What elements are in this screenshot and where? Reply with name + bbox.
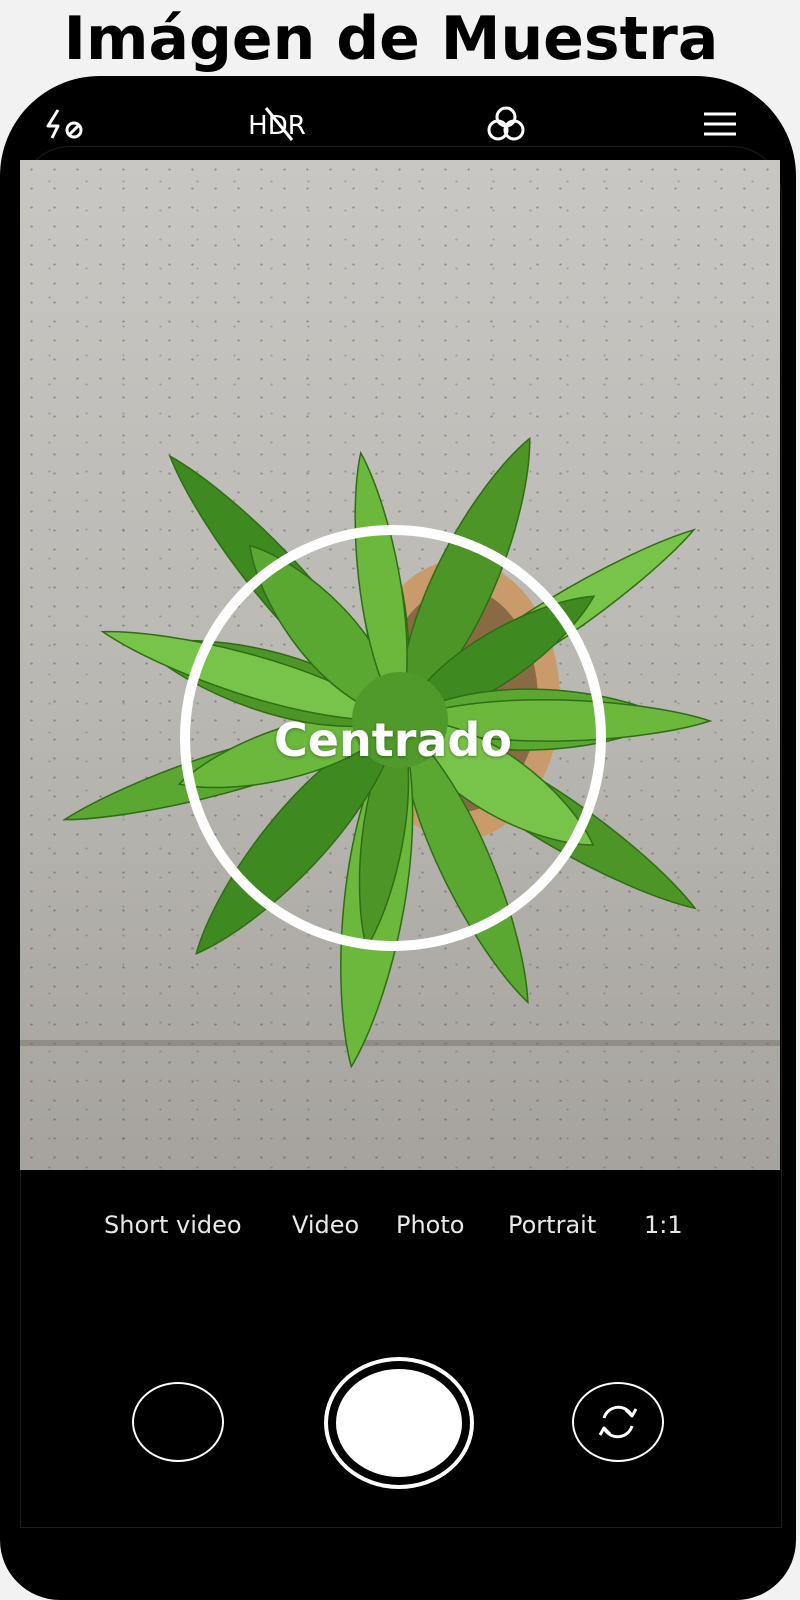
mode-photo[interactable]: Photo <box>396 1200 464 1250</box>
page-title: Imágen de Muestra <box>63 4 719 74</box>
camera-viewfinder[interactable]: Centrado <box>20 160 780 1170</box>
focus-label: Centrado <box>274 713 512 767</box>
menu-icon[interactable] <box>700 106 740 142</box>
shutter-inner <box>336 1369 462 1477</box>
mode-1-1[interactable]: 1:1 <box>644 1200 683 1250</box>
flash-off-icon[interactable] <box>44 104 92 144</box>
hdr-off-icon[interactable]: HDR <box>242 102 312 146</box>
switch-camera-button[interactable] <box>572 1382 664 1462</box>
gallery-thumbnail-button[interactable] <box>132 1382 224 1462</box>
filters-icon[interactable] <box>484 102 528 146</box>
mode-portrait[interactable]: Portrait <box>508 1200 596 1250</box>
shutter-button[interactable] <box>324 1357 474 1489</box>
hdr-label: HDR <box>248 111 306 141</box>
mode-video[interactable]: Video <box>292 1200 359 1250</box>
mode-selector: Short video Video Photo Portrait 1:1 <box>20 1200 780 1250</box>
mode-short-video[interactable]: Short video <box>104 1200 242 1250</box>
switch-camera-icon <box>596 1400 640 1444</box>
camera-topbar: HDR <box>20 88 780 160</box>
